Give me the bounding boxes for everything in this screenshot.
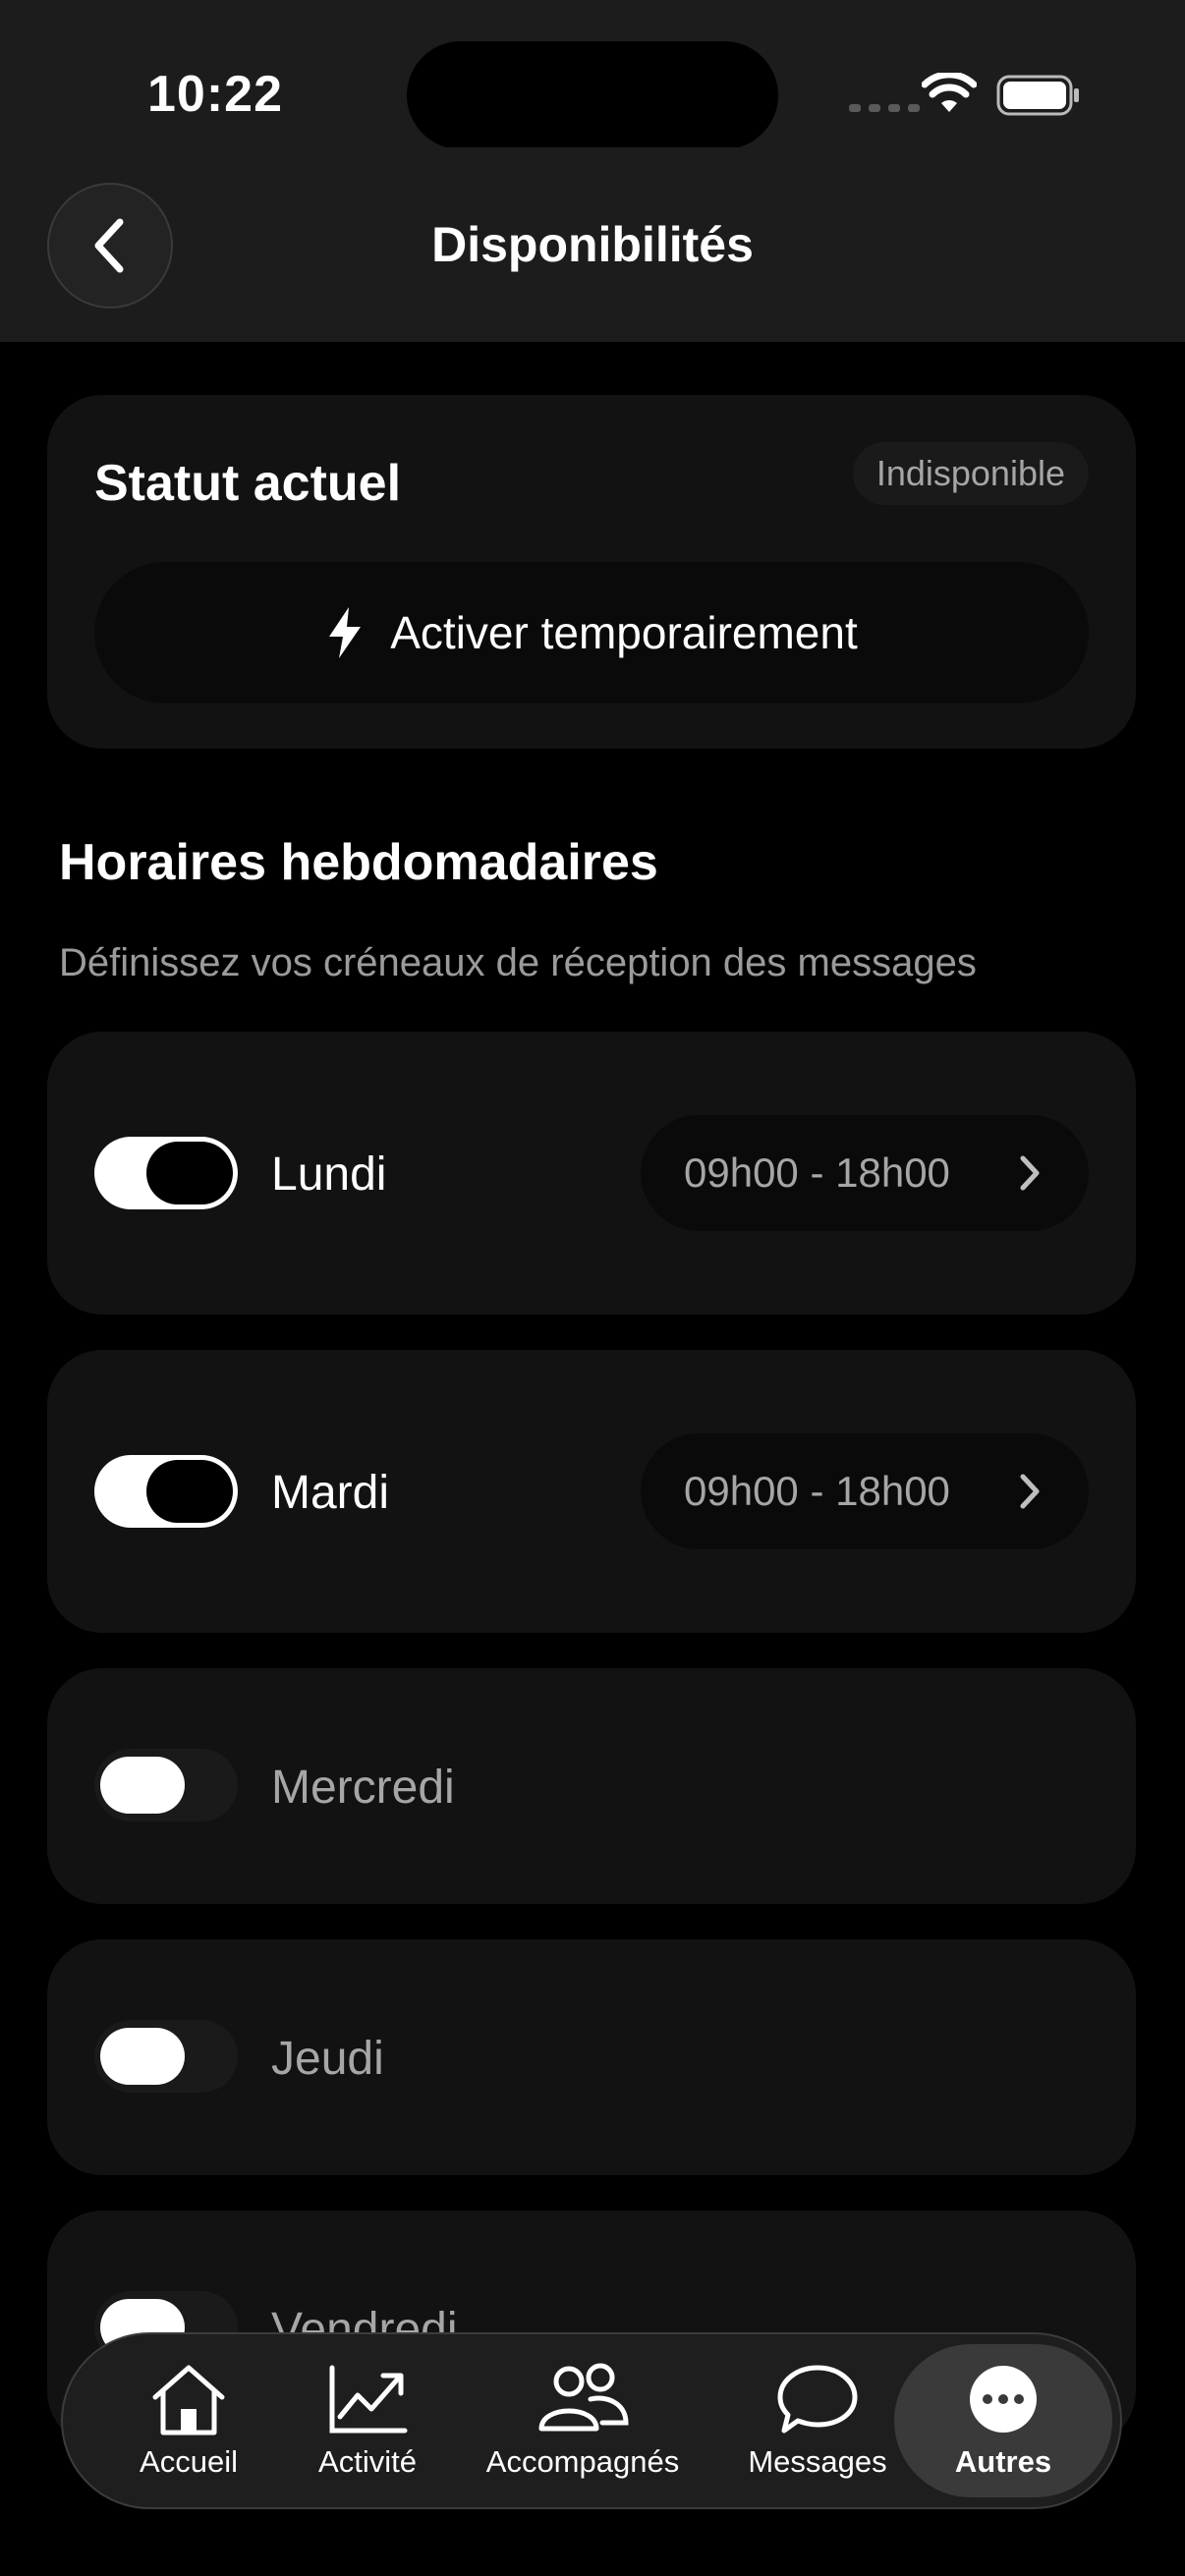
day-label: Mardi xyxy=(271,1467,390,1519)
day-label: Lundi xyxy=(271,1148,387,1201)
day-toggle-jeudi[interactable] xyxy=(94,2020,238,2093)
tab-label: Accompagnés xyxy=(485,2444,680,2479)
users-icon xyxy=(538,2363,629,2432)
page-title: Disponibilités xyxy=(431,217,754,272)
tab-accompagnes[interactable]: Accompagnés xyxy=(476,2334,690,2507)
day-toggle-lundi[interactable] xyxy=(94,1137,238,1209)
weekly-schedule-title: Horaires hebdomadaires xyxy=(59,834,658,891)
battery-icon xyxy=(996,75,1079,116)
navigation-header: Disponibilités xyxy=(0,147,1185,342)
hours-range: 09h00 - 18h00 xyxy=(684,1149,950,1196)
day-toggle-mercredi[interactable] xyxy=(94,1749,238,1821)
tab-label: Activité xyxy=(318,2444,417,2479)
home-icon xyxy=(152,2365,225,2436)
day-row-mercredi: Mercredi xyxy=(47,1668,1136,1904)
chevron-right-icon xyxy=(1020,1474,1040,1509)
day-label: Mercredi xyxy=(271,1762,455,1814)
day-toggle-mardi[interactable] xyxy=(94,1455,238,1528)
day-label: Jeudi xyxy=(271,2033,384,2085)
bottom-tab-bar: Accueil Activité Accompagnés Messages Au… xyxy=(61,2332,1122,2509)
hours-button-mardi[interactable]: 09h00 - 18h00 xyxy=(641,1433,1089,1549)
tab-label: Accueil xyxy=(140,2444,238,2479)
tab-autres[interactable]: Autres xyxy=(894,2344,1112,2497)
tab-activite[interactable]: Activité xyxy=(281,2334,454,2507)
tab-accueil[interactable]: Accueil xyxy=(102,2334,275,2507)
day-row-lundi: Lundi 09h00 - 18h00 xyxy=(47,1032,1136,1315)
current-status-card: Statut actuel Indisponible Activer tempo… xyxy=(47,395,1136,749)
activate-temporarily-button[interactable]: Activer temporairement xyxy=(94,562,1089,703)
tab-messages[interactable]: Messages xyxy=(731,2334,904,2507)
status-time: 10:22 xyxy=(147,66,283,123)
activate-label: Activer temporairement xyxy=(390,607,858,658)
dynamic-island xyxy=(407,41,778,149)
chat-bubble-icon xyxy=(777,2365,858,2434)
status-badge: Indisponible xyxy=(852,442,1089,505)
day-row-jeudi: Jeudi xyxy=(47,1939,1136,2175)
chevron-right-icon xyxy=(1020,1155,1040,1191)
tab-label: Messages xyxy=(748,2444,887,2479)
weekly-schedule-subtitle: Définissez vos créneaux de réception des… xyxy=(59,941,977,984)
wifi-icon xyxy=(922,73,977,112)
hours-button-lundi[interactable]: 09h00 - 18h00 xyxy=(641,1115,1089,1231)
status-card-title: Statut actuel xyxy=(94,455,402,512)
cellular-signal-icon xyxy=(849,104,920,112)
lightning-bolt-icon xyxy=(329,607,362,658)
hours-range: 09h00 - 18h00 xyxy=(684,1468,950,1514)
tab-label: Autres xyxy=(954,2444,1052,2479)
chart-trend-icon xyxy=(329,2365,408,2434)
more-dots-icon xyxy=(970,2366,1037,2433)
day-row-mardi: Mardi 09h00 - 18h00 xyxy=(47,1350,1136,1633)
